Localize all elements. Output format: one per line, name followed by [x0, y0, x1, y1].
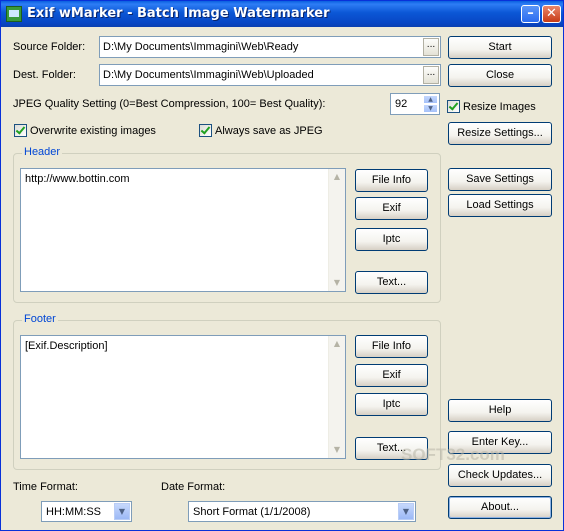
footer-group: Footer [Exif.Description] ▲ ▼ File Info …	[13, 313, 441, 470]
header-text: http://www.bottin.com	[25, 173, 130, 185]
check-updates-button[interactable]: Check Updates...	[448, 464, 552, 487]
minimize-button[interactable]: –	[521, 5, 540, 23]
scroll-up-icon[interactable]: ▲	[329, 336, 345, 352]
close-window-button[interactable]: ✕	[542, 5, 561, 23]
jpeg-quality-spinner[interactable]: 92 ▲ ▼	[390, 93, 440, 115]
main-window: Exif wMarker - Batch Image Watermarker –…	[0, 0, 564, 531]
source-browse-button[interactable]: ...	[423, 38, 439, 56]
dest-browse-button[interactable]: ...	[423, 66, 439, 84]
dest-folder-field[interactable]: D:\My Documents\Immagini\Web\Uploaded ..…	[99, 64, 441, 86]
time-format-value: HH:MM:SS	[46, 506, 101, 518]
header-iptc-button[interactable]: Iptc	[355, 228, 428, 251]
scroll-up-icon[interactable]: ▲	[329, 169, 345, 185]
watermark-logo: SOFT32.com	[401, 445, 505, 464]
header-group-title: Header	[22, 146, 63, 158]
resize-settings-button[interactable]: Resize Settings...	[448, 122, 552, 145]
time-format-select[interactable]: HH:MM:SS ▼	[41, 501, 132, 522]
start-button[interactable]: Start	[448, 36, 552, 59]
scroll-down-icon[interactable]: ▼	[329, 442, 345, 458]
dest-folder-label: Dest. Folder:	[13, 69, 76, 81]
chevron-down-icon[interactable]: ▼	[114, 503, 130, 520]
footer-scrollbar[interactable]: ▲ ▼	[328, 336, 345, 458]
footer-iptc-button[interactable]: Iptc	[355, 393, 428, 416]
date-format-value: Short Format (1/1/2008)	[193, 506, 311, 518]
resize-images-label: Resize Images	[463, 101, 536, 113]
close-button[interactable]: Close	[448, 64, 552, 87]
header-scrollbar[interactable]: ▲ ▼	[328, 169, 345, 291]
footer-exif-button[interactable]: Exif	[355, 364, 428, 387]
window-title: Exif wMarker - Batch Image Watermarker	[27, 6, 330, 21]
source-folder-label: Source Folder:	[13, 41, 86, 53]
dest-folder-value: D:\My Documents\Immagini\Web\Uploaded	[103, 69, 314, 81]
footer-file-info-button[interactable]: File Info	[355, 335, 428, 358]
overwrite-label: Overwrite existing images	[30, 125, 156, 137]
time-format-label: Time Format:	[13, 481, 78, 493]
footer-text-area[interactable]: [Exif.Description] ▲ ▼	[20, 335, 346, 459]
date-format-label: Date Format:	[161, 481, 226, 493]
header-text-button[interactable]: Text...	[355, 271, 428, 294]
footer-text: [Exif.Description]	[25, 340, 108, 352]
scroll-down-icon[interactable]: ▼	[329, 275, 345, 291]
help-button[interactable]: Help	[448, 399, 552, 422]
spin-up-icon[interactable]: ▲	[423, 95, 438, 104]
spin-down-icon[interactable]: ▼	[423, 104, 438, 113]
source-folder-value: D:\My Documents\Immagini\Web\Ready	[103, 41, 299, 53]
about-button[interactable]: About...	[448, 496, 552, 519]
footer-group-title: Footer	[22, 313, 58, 325]
title-bar[interactable]: Exif wMarker - Batch Image Watermarker –…	[1, 1, 563, 27]
jpeg-quality-value: 92	[395, 98, 408, 110]
always-jpeg-label: Always save as JPEG	[215, 125, 323, 137]
header-text-area[interactable]: http://www.bottin.com ▲ ▼	[20, 168, 346, 292]
jpeg-quality-label: JPEG Quality Setting (0=Best Compression…	[13, 98, 326, 110]
header-exif-button[interactable]: Exif	[355, 197, 428, 220]
date-format-select[interactable]: Short Format (1/1/2008) ▼	[188, 501, 416, 522]
load-settings-button[interactable]: Load Settings	[448, 194, 552, 217]
source-folder-field[interactable]: D:\My Documents\Immagini\Web\Ready ...	[99, 36, 441, 58]
app-icon	[6, 6, 22, 22]
overwrite-checkbox[interactable]	[14, 124, 27, 137]
chevron-down-icon[interactable]: ▼	[398, 503, 414, 520]
always-jpeg-checkbox[interactable]	[199, 124, 212, 137]
header-file-info-button[interactable]: File Info	[355, 169, 428, 192]
resize-images-checkbox[interactable]	[447, 100, 460, 113]
header-group: Header http://www.bottin.com ▲ ▼ File In…	[13, 146, 441, 303]
save-settings-button[interactable]: Save Settings	[448, 168, 552, 191]
